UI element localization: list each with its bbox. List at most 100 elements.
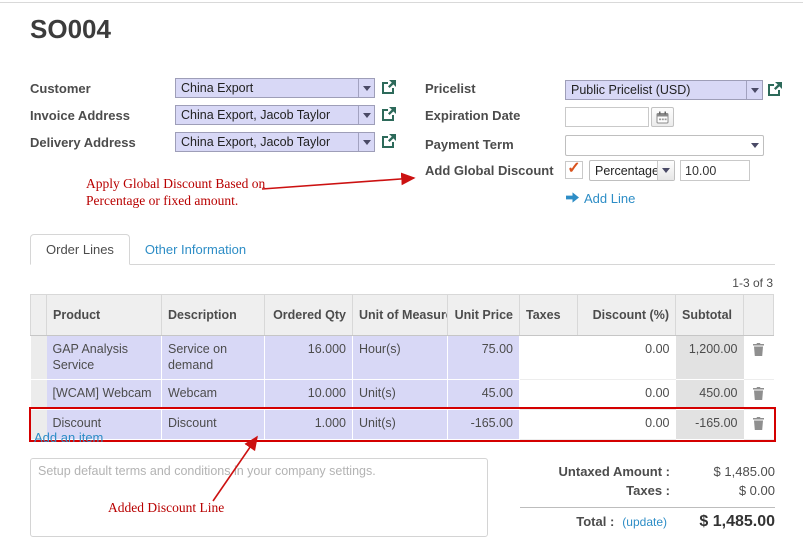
col-ordered-qty: Ordered Qty — [265, 295, 353, 336]
pricelist-value: Public Pricelist (USD) — [566, 81, 746, 99]
pager: 1-3 of 3 — [732, 276, 773, 290]
add-an-item-link[interactable]: Add an item — [34, 430, 103, 445]
trash-icon — [753, 417, 764, 430]
untaxed-amount-value: $ 1,485.00 — [670, 464, 775, 479]
delete-row-button[interactable] — [744, 336, 774, 380]
total-label: Total : — [576, 514, 614, 529]
delivery-address-value: China Export, Jacob Taylor — [176, 133, 358, 151]
cell-uom[interactable]: Unit(s) — [353, 379, 448, 409]
customer-label: Customer — [30, 81, 91, 96]
cell-description[interactable]: Service on demand — [162, 336, 265, 380]
chevron-down-icon — [358, 106, 374, 124]
chevron-down-icon — [358, 133, 374, 151]
tab-order-lines[interactable]: Order Lines — [30, 234, 130, 265]
table-header-row: Product Description Ordered Qty Unit of … — [31, 295, 774, 336]
cell-qty[interactable]: 16.000 — [265, 336, 353, 380]
row-handle[interactable] — [31, 379, 47, 409]
delivery-address-open-record-icon[interactable] — [381, 134, 397, 150]
cell-subtotal: -165.00 — [676, 409, 744, 439]
customer-value: China Export — [176, 79, 358, 97]
top-divider — [0, 2, 803, 3]
pricelist-label: Pricelist — [425, 81, 476, 96]
taxes-label: Taxes : — [626, 483, 670, 498]
delivery-address-label: Delivery Address — [30, 135, 136, 150]
delete-row-button[interactable] — [744, 409, 774, 439]
trash-icon — [753, 387, 764, 400]
payment-term-label: Payment Term — [425, 137, 514, 152]
order-lines-table: Product Description Ordered Qty Unit of … — [30, 294, 774, 440]
cell-unit-price[interactable]: 75.00 — [448, 336, 520, 380]
taxes-value: $ 0.00 — [670, 483, 775, 498]
cell-unit-price[interactable]: -165.00 — [448, 409, 520, 439]
cell-taxes[interactable] — [520, 409, 578, 439]
pricelist-field[interactable]: Public Pricelist (USD) — [565, 80, 763, 100]
add-line-label: Add Line — [584, 191, 635, 206]
discount-type-value: Percentage — [590, 161, 657, 180]
invoice-address-field[interactable]: China Export, Jacob Taylor — [175, 105, 375, 125]
cell-taxes[interactable] — [520, 336, 578, 380]
customer-field[interactable]: China Export — [175, 78, 375, 98]
chevron-down-icon — [358, 79, 374, 97]
cell-product[interactable]: [WCAM] Webcam — [47, 379, 162, 409]
cell-qty[interactable]: 10.000 — [265, 379, 353, 409]
arrow-right-icon — [566, 191, 579, 206]
cell-description[interactable]: Discount — [162, 409, 265, 439]
chevron-down-icon — [746, 81, 762, 99]
calendar-icon[interactable] — [651, 107, 674, 127]
trash-icon — [753, 343, 764, 356]
delete-column-header — [744, 295, 774, 336]
col-description: Description — [162, 295, 265, 336]
order-line-row-1[interactable]: GAP Analysis Service Service on demand 1… — [31, 336, 774, 380]
add-line-button[interactable]: Add Line — [566, 191, 635, 206]
chevron-down-icon — [747, 136, 763, 155]
col-unit-of-measure: Unit of Measure — [353, 295, 448, 336]
discount-amount-input[interactable] — [680, 160, 750, 181]
sale-order-form: SO004 Customer Invoice Address Delivery … — [0, 0, 803, 545]
col-discount: Discount (%) — [578, 295, 676, 336]
payment-term-select[interactable] — [565, 135, 764, 156]
cell-uom[interactable]: Unit(s) — [353, 409, 448, 439]
row-handle[interactable] — [31, 336, 47, 380]
pricelist-open-record-icon[interactable] — [767, 82, 783, 98]
cell-qty[interactable]: 1.000 — [265, 409, 353, 439]
col-subtotal: Subtotal — [676, 295, 744, 336]
cell-taxes[interactable] — [520, 379, 578, 409]
delivery-address-field[interactable]: China Export, Jacob Taylor — [175, 132, 375, 152]
order-line-row-discount[interactable]: Discount Discount 1.000 Unit(s) -165.00 … — [31, 409, 774, 439]
col-product: Product — [47, 295, 162, 336]
totals-panel: Untaxed Amount : $ 1,485.00 Taxes : $ 0.… — [520, 462, 775, 531]
page-title: SO004 — [30, 14, 111, 45]
check-icon: ✓ — [567, 161, 580, 177]
cell-product[interactable]: GAP Analysis Service — [47, 336, 162, 380]
cell-subtotal: 450.00 — [676, 379, 744, 409]
tab-other-information[interactable]: Other Information — [130, 235, 261, 264]
total-value: $ 1,485.00 — [675, 513, 775, 531]
untaxed-amount-label: Untaxed Amount : — [559, 464, 670, 479]
cell-description[interactable]: Webcam — [162, 379, 265, 409]
notebook-tabs: Order Lines Other Information — [30, 234, 775, 265]
cell-discount[interactable]: 0.00 — [578, 379, 676, 409]
customer-open-record-icon[interactable] — [381, 80, 397, 96]
delete-row-button[interactable] — [744, 379, 774, 409]
cell-uom[interactable]: Hour(s) — [353, 336, 448, 380]
chevron-down-icon — [657, 161, 674, 180]
expiration-date-input[interactable] — [565, 107, 649, 127]
annotation-global-discount-note: Apply Global Discount Based on Percentag… — [86, 176, 291, 210]
totals-divider — [520, 507, 775, 508]
expiration-date-label: Expiration Date — [425, 108, 520, 123]
order-line-row-2[interactable]: [WCAM] Webcam Webcam 10.000 Unit(s) 45.0… — [31, 379, 774, 409]
update-link[interactable]: (update) — [622, 515, 667, 529]
global-discount-checkbox[interactable]: ✓ — [565, 161, 583, 179]
cell-discount[interactable]: 0.00 — [578, 336, 676, 380]
col-unit-price: Unit Price — [448, 295, 520, 336]
invoice-address-value: China Export, Jacob Taylor — [176, 106, 358, 124]
cell-discount[interactable]: 0.00 — [578, 409, 676, 439]
col-taxes: Taxes — [520, 295, 578, 336]
invoice-address-open-record-icon[interactable] — [381, 107, 397, 123]
cell-unit-price[interactable]: 45.00 — [448, 379, 520, 409]
payment-term-value — [566, 136, 747, 155]
discount-type-select[interactable]: Percentage — [589, 160, 675, 181]
add-global-discount-label: Add Global Discount — [425, 163, 554, 178]
cell-subtotal: 1,200.00 — [676, 336, 744, 380]
terms-conditions-textarea[interactable] — [30, 458, 488, 537]
